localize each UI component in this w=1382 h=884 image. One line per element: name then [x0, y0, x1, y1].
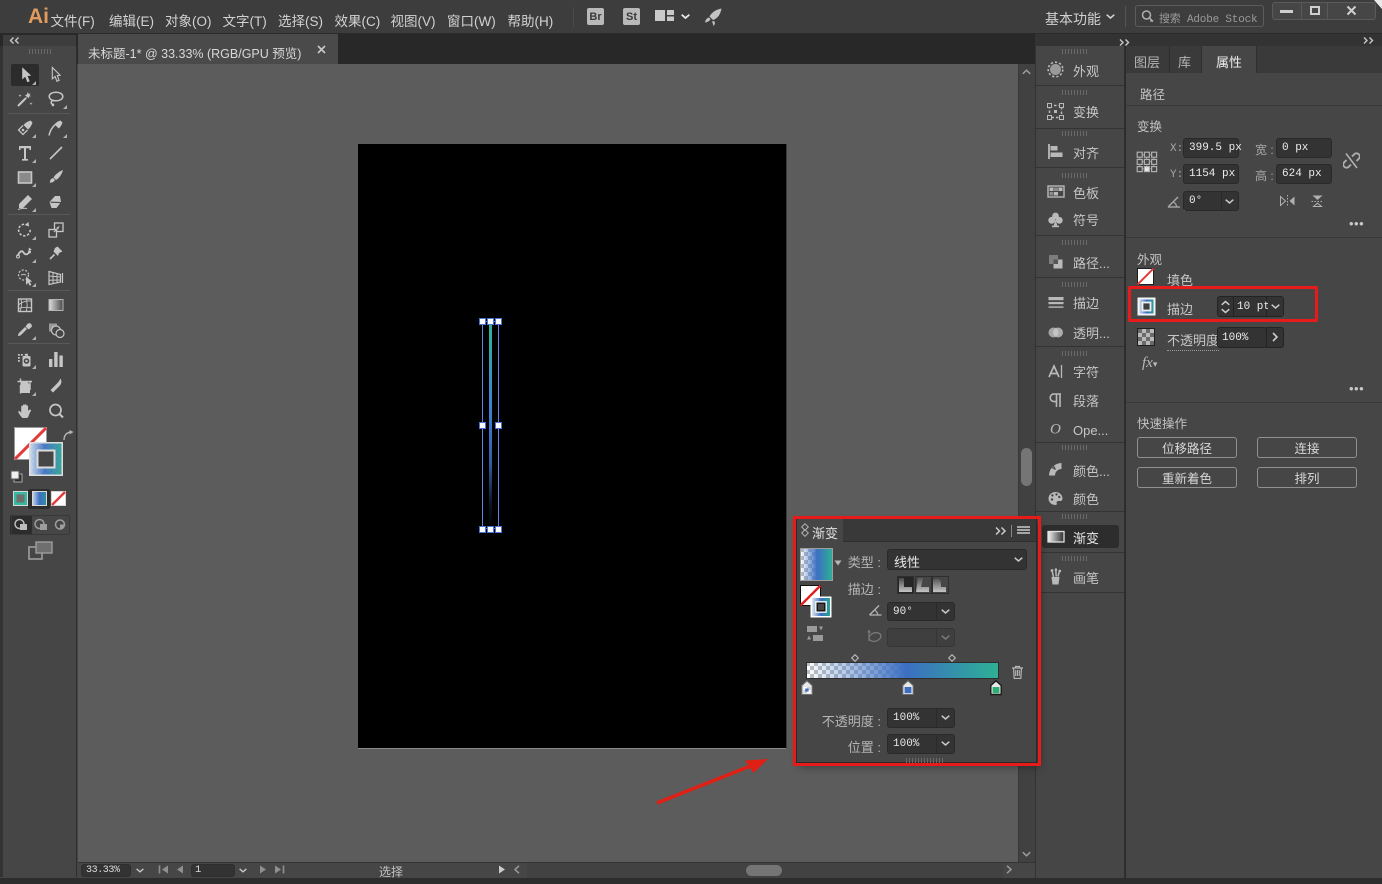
svg-text:O: O	[1050, 422, 1061, 438]
